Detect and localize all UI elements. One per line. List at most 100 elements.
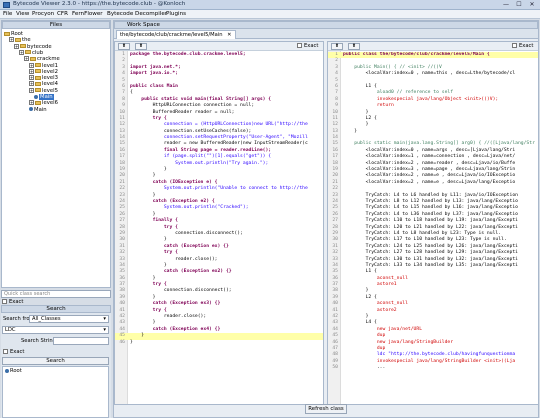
menu-bytecode-decompiler[interactable]: Bytecode Decompiler xyxy=(107,11,167,17)
tree-folder-item[interactable]: + level3 xyxy=(29,75,58,81)
code-text: } xyxy=(343,314,369,320)
code-text: try { xyxy=(130,115,167,121)
refresh-class-button[interactable]: Refresh class xyxy=(305,404,347,414)
code-text: } xyxy=(130,294,156,300)
code-text: L4 { xyxy=(343,320,377,326)
window-title: Bytecode Viewer 2.3.0 - https://the.byte… xyxy=(13,1,186,7)
code-text: } xyxy=(343,122,369,128)
menu-view[interactable]: View xyxy=(16,11,29,17)
expand-toggle-icon[interactable]: + xyxy=(29,75,34,81)
class-icon xyxy=(34,94,38,99)
tree-folder-item[interactable]: + crackme xyxy=(24,56,60,62)
search-button[interactable]: Search xyxy=(2,357,109,365)
tree-item-label: level6 xyxy=(42,100,58,107)
menu-fernflower[interactable]: FernFlower xyxy=(72,11,103,17)
expand-toggle-icon[interactable]: + xyxy=(29,87,34,93)
expand-toggle-icon[interactable]: + xyxy=(29,81,34,87)
code-text: <localVar:index=0 , name=args , desc=[Lj… xyxy=(343,147,516,153)
tree-folder-item[interactable]: Root xyxy=(4,31,23,37)
expand-toggle-icon[interactable]: + xyxy=(14,43,19,49)
minimize-button[interactable]: — xyxy=(500,1,512,9)
code-text: } xyxy=(343,288,369,294)
code-text: connection.setUseCaches(false); xyxy=(130,128,252,134)
expand-toggle-icon[interactable]: + xyxy=(19,49,24,55)
tree-folder-item[interactable]: + level2 xyxy=(29,68,58,75)
code-text: catch (Exception ex3) {} xyxy=(130,301,221,307)
source-forward-button[interactable]: ⬆ xyxy=(135,43,147,50)
workspace-header: Work Space xyxy=(114,21,538,29)
files-panel: Files Root + the + bytecode + club + crackme + lev… xyxy=(1,20,111,288)
code-text: dup xyxy=(343,333,386,339)
source-pane-toolbar: ⬆ ⬆ Exact xyxy=(115,42,323,51)
code-text: catch (Exception ex) {} xyxy=(130,243,229,249)
code-text: L2 { xyxy=(343,294,377,300)
code-text: aconst_null xyxy=(343,301,408,307)
code-text: } xyxy=(130,275,156,281)
search-from-select[interactable]: All_Classes ▾ xyxy=(29,315,109,323)
menu-plugins[interactable]: Plugins xyxy=(166,11,186,17)
code-text: final String page = reader.readLine(); xyxy=(130,147,272,153)
search-type-select[interactable]: LDC ▾ xyxy=(2,326,109,334)
code-text: catch (Exception ex4) {} xyxy=(130,326,221,332)
tree-folder-item[interactable]: + bytecode xyxy=(14,43,52,50)
code-text: } xyxy=(130,262,167,268)
code-line: 50 ... xyxy=(328,365,538,371)
code-text: public Main() { // <init> //()V xyxy=(343,64,442,70)
code-text: finally { xyxy=(130,218,178,224)
menu-cfr[interactable]: CFR xyxy=(57,11,68,17)
tree-folder-item[interactable]: + level5 xyxy=(29,87,58,94)
code-text: } xyxy=(130,333,145,339)
quick-class-search-input[interactable]: Quick class search xyxy=(1,290,111,298)
tree-item-label: the xyxy=(22,37,31,44)
search-exact-checkbox[interactable]: Exact xyxy=(3,349,24,355)
bytecode-forward-button[interactable]: ⬆ xyxy=(348,43,360,50)
code-text: aload0 // reference to self xyxy=(343,90,454,96)
code-text: invokespecial java/lang/Object <init>(()… xyxy=(343,96,499,102)
tree-folder-item[interactable]: + level4 xyxy=(29,81,58,87)
folder-icon xyxy=(4,31,10,36)
bytecode-back-button[interactable]: ⬆ xyxy=(331,43,343,50)
code-text: L2 { xyxy=(343,115,377,121)
maximize-button[interactable]: ☐ xyxy=(513,1,525,9)
code-text: dup xyxy=(343,345,386,351)
expand-toggle-icon[interactable]: + xyxy=(24,56,29,62)
expand-toggle-icon[interactable]: + xyxy=(9,37,14,43)
close-button[interactable]: ✕ xyxy=(526,1,538,9)
code-text: connection = (HttpURLConnection)new URL(… xyxy=(130,122,308,128)
menu-procyon[interactable]: Procyon xyxy=(32,11,54,17)
code-text: connection.disconnect(); xyxy=(130,288,232,294)
code-text: } xyxy=(343,109,369,115)
search-results-root[interactable]: Root xyxy=(5,368,22,374)
search-string-input[interactable] xyxy=(53,337,109,345)
folder-icon xyxy=(15,37,21,42)
tree-folder-item[interactable]: + club xyxy=(19,49,44,56)
bytecode-code[interactable]: 1 public class the/bytecode/club/crackme/… xyxy=(328,52,538,404)
code-text: TryCatch: L4 to L36 handled by L37: java… xyxy=(343,211,518,217)
code-text: if (page.split("")[1].equals("get")) { xyxy=(130,154,272,160)
search-from-value: All_Classes xyxy=(32,316,61,322)
expand-toggle-icon[interactable]: + xyxy=(29,68,34,74)
menu-file[interactable]: File xyxy=(3,11,12,17)
tree-folder-item[interactable]: + the xyxy=(9,37,31,43)
expand-toggle-icon[interactable]: + xyxy=(29,100,34,106)
tree-item-label: club xyxy=(32,49,44,56)
tree-class-item[interactable]: Main xyxy=(29,107,47,113)
tab-main-class[interactable]: the/bytecode/club/crackme/level5/Main ✕ xyxy=(116,30,236,39)
tree-class-item[interactable]: Main xyxy=(34,94,54,100)
code-text: aconst_null xyxy=(343,275,408,281)
tree-folder-item[interactable]: + level1 xyxy=(29,62,58,69)
code-text: <localVar:index=2 , name=e , desc=Ljava/… xyxy=(343,173,516,179)
code-text: astore2 xyxy=(343,307,397,313)
bytecode-exact-checkbox[interactable]: Exact xyxy=(512,43,533,49)
source-back-button[interactable]: ⬆ xyxy=(118,43,130,50)
code-text: return xyxy=(343,103,394,109)
code-text: TryCatch: L4 to L15 handled by L16: java… xyxy=(343,205,518,211)
expand-toggle-icon[interactable]: + xyxy=(29,62,34,68)
source-code[interactable]: 1 package the.bytecode.club.crackme.level… xyxy=(115,52,323,346)
code-text: } xyxy=(130,167,167,173)
tab-close-icon[interactable]: ✕ xyxy=(227,32,231,38)
code-text: try { xyxy=(130,224,178,230)
tree-folder-item[interactable]: + level6 xyxy=(29,100,58,106)
code-text: reader.close(); xyxy=(130,314,207,320)
source-exact-checkbox[interactable]: Exact xyxy=(297,43,318,49)
